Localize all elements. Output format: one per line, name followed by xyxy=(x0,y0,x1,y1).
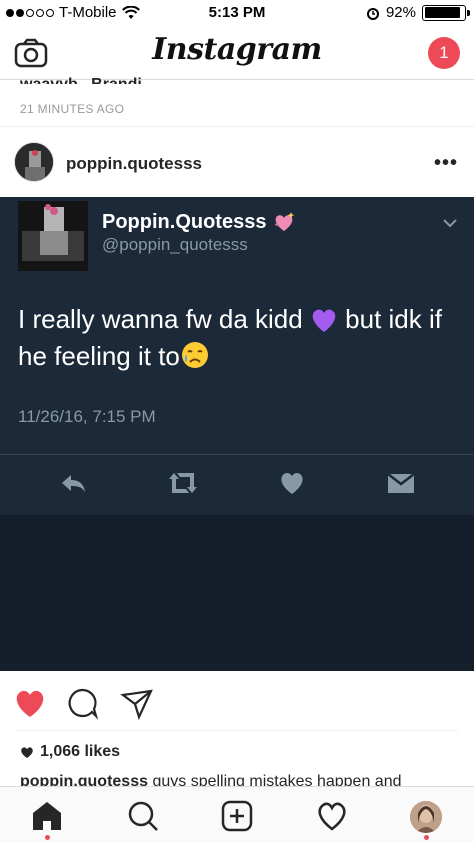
home-icon[interactable] xyxy=(30,799,64,833)
status-bar: T-Mobile 5:13 PM 92% xyxy=(0,0,474,28)
likes-count[interactable]: 1,066 likes xyxy=(20,743,120,761)
more-options-button[interactable]: ••• xyxy=(434,152,458,175)
instagram-logo: Instagram xyxy=(152,32,322,67)
tweet-display-name: Poppin.Quotesss xyxy=(102,211,296,234)
search-icon[interactable] xyxy=(126,799,160,833)
small-heart-icon xyxy=(21,746,33,758)
tweet-avatar xyxy=(18,201,88,271)
post-image[interactable]: Poppin.Quotesss @poppin_quotesss I reall… xyxy=(0,197,474,515)
divider xyxy=(0,126,474,127)
tweet-actions xyxy=(0,463,474,499)
home-active-dot xyxy=(45,835,50,840)
chevron-down-icon xyxy=(443,219,457,228)
post-image-lower xyxy=(0,515,474,671)
tweet-text: I really wanna fw da kidd but idk if he … xyxy=(18,301,458,375)
notification-badge[interactable]: 1 xyxy=(428,37,460,69)
previous-post-time: 21 MINUTES AGO xyxy=(20,102,125,116)
retweet-icon xyxy=(169,473,197,493)
reply-icon xyxy=(62,475,85,492)
tweet-handle: @poppin_quotesss xyxy=(102,235,248,254)
alarm-icon xyxy=(366,7,379,20)
comment-icon[interactable] xyxy=(66,686,100,720)
heart-icon xyxy=(281,472,303,494)
post-action-bar xyxy=(0,682,474,724)
tweet-date: 11/26/16, 7:15 PM xyxy=(18,407,156,426)
profile-avatar[interactable] xyxy=(410,801,442,833)
battery-icon xyxy=(422,4,470,21)
bottom-tab-bar xyxy=(0,786,474,843)
direct-message-icon xyxy=(387,473,415,493)
post-header: poppin.quotesss ••• xyxy=(0,140,474,188)
likes-text: 1,066 likes xyxy=(40,743,121,760)
tweet-name-text: Poppin.Quotesss xyxy=(102,211,267,233)
sad-relieved-face-icon xyxy=(181,342,208,368)
like-button[interactable] xyxy=(13,686,47,720)
avatar[interactable] xyxy=(14,142,54,182)
divider xyxy=(16,730,458,731)
heart-outline-icon[interactable] xyxy=(315,799,349,833)
tweet-divider xyxy=(0,454,474,455)
profile-activity-dot xyxy=(424,835,429,840)
post-username[interactable]: poppin.quotesss xyxy=(66,154,202,174)
purple-heart-icon xyxy=(312,309,336,332)
share-icon[interactable] xyxy=(120,686,154,720)
battery-fill xyxy=(424,7,461,18)
status-right: 92% xyxy=(366,4,470,21)
tweet-text-part1: I really wanna fw da kidd xyxy=(18,304,310,334)
previous-caption: waavyb_ Brandi xyxy=(20,70,142,84)
add-post-icon[interactable] xyxy=(220,799,254,833)
sparkling-heart-icon xyxy=(275,212,295,231)
battery-percent: 92% xyxy=(385,4,416,21)
